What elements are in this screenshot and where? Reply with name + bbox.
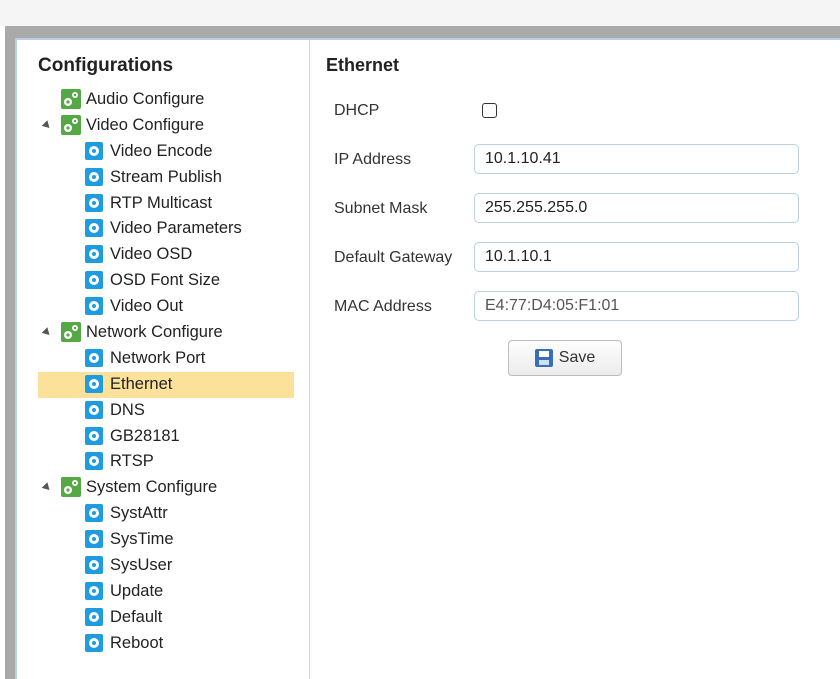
tree-item-systime[interactable]: SysTime xyxy=(17,527,309,553)
gear-icon xyxy=(85,452,103,471)
tree-item-update[interactable]: Update xyxy=(17,579,309,605)
tree-item-rtsp[interactable]: RTSP xyxy=(17,449,309,475)
tree-item-label: SysTime xyxy=(110,530,174,549)
tree-item-label: Video Out xyxy=(110,297,184,316)
tree-item-label: SysUser xyxy=(110,556,173,575)
floppy-disk-icon xyxy=(534,349,553,367)
page-title: Ethernet xyxy=(326,55,400,75)
tree-item-default[interactable]: Default xyxy=(17,605,309,631)
tree-item-reboot[interactable]: Reboot xyxy=(17,631,309,657)
tree-item-network-port[interactable]: Network Port xyxy=(17,346,309,372)
tree-group-label: Video Configure xyxy=(86,115,205,134)
ip-address-field[interactable] xyxy=(474,144,799,174)
tree-item-label: Video OSD xyxy=(110,245,193,264)
dhcp-checkbox[interactable] xyxy=(482,103,497,118)
tree-group-label: Network Configure xyxy=(86,323,223,342)
tree-item-label: Stream Publish xyxy=(110,167,222,186)
default-gateway-field[interactable] xyxy=(474,242,799,272)
mac-address-field xyxy=(474,291,799,321)
expand-caret-icon[interactable] xyxy=(41,482,53,494)
gear-icon xyxy=(85,271,103,290)
sidebar-title: Configurations xyxy=(38,55,174,76)
tree-item-label: RTSP xyxy=(110,452,154,471)
tree-item-label: Video Parameters xyxy=(110,219,242,238)
gears-icon xyxy=(61,89,81,109)
gear-icon xyxy=(85,633,103,652)
gear-icon xyxy=(85,297,103,316)
subnet-mask-label: Subnet Mask xyxy=(334,200,428,217)
gear-icon xyxy=(85,556,103,575)
dhcp-label: DHCP xyxy=(334,102,380,119)
gear-icon xyxy=(85,607,103,626)
tree-group-label: Audio Configure xyxy=(86,90,205,108)
tree-item-label: OSD Font Size xyxy=(110,271,221,290)
tree-item-systattr[interactable]: SystAttr xyxy=(17,501,309,527)
expand-caret-icon[interactable] xyxy=(41,327,53,338)
tree-item-label: DNS xyxy=(110,400,145,419)
expand-caret-icon[interactable] xyxy=(41,120,53,131)
tree-item-video-parameters[interactable]: Video Parameters xyxy=(17,216,309,242)
gear-icon xyxy=(85,245,103,264)
save-button-label: Save xyxy=(558,349,596,366)
mac-address-label: MAC Address xyxy=(334,298,432,315)
top-band xyxy=(0,0,840,26)
save-button[interactable]: Save xyxy=(508,340,622,376)
tree-item-rtp-multicast[interactable]: RTP Multicast xyxy=(17,191,309,217)
gear-icon xyxy=(85,374,103,393)
tree-group-video-configure[interactable]: Video Configure xyxy=(17,113,309,139)
gear-icon xyxy=(85,426,103,445)
tree-item-label: RTP Multicast xyxy=(110,193,213,212)
gear-icon xyxy=(85,400,103,419)
config-tree: Audio Configure Video Configure Video En… xyxy=(17,87,309,657)
subnet-mask-field[interactable] xyxy=(474,193,799,223)
gear-icon xyxy=(85,193,103,212)
tree-item-ethernet[interactable]: Ethernet xyxy=(38,371,294,398)
gear-icon xyxy=(85,530,103,549)
default-gateway-label: Default Gateway xyxy=(334,249,453,266)
tree-item-sysuser[interactable]: SysUser xyxy=(17,553,309,579)
gears-icon xyxy=(61,114,81,135)
gear-icon xyxy=(85,581,103,600)
tree-item-label: Default xyxy=(110,607,163,626)
tree-item-label: Video Encode xyxy=(110,141,213,160)
tree-item-video-encode[interactable]: Video Encode xyxy=(17,139,309,165)
tree-item-label: Update xyxy=(110,581,164,600)
gears-icon xyxy=(61,477,81,498)
gears-icon xyxy=(61,322,81,343)
gear-icon xyxy=(85,167,103,186)
gear-icon xyxy=(85,219,103,238)
tree-item-label: Network Port xyxy=(110,348,206,367)
tree-item-label: GB28181 xyxy=(110,426,180,445)
tree-group-audio-configure[interactable]: Audio Configure xyxy=(17,87,309,113)
gear-icon xyxy=(85,348,103,367)
tree-item-video-out[interactable]: Video Out xyxy=(17,294,309,320)
tree-item-video-osd[interactable]: Video OSD xyxy=(17,242,309,268)
tree-group-network-configure[interactable]: Network Configure xyxy=(17,320,309,346)
config-panel: Configurations Audio Configure Video Con… xyxy=(15,38,840,679)
tree-item-label: Ethernet xyxy=(110,374,173,393)
tree-group-label: System Configure xyxy=(86,478,218,497)
gear-icon xyxy=(85,141,103,160)
sidebar: Configurations Audio Configure Video Con… xyxy=(17,40,310,679)
tree-item-dns[interactable]: DNS xyxy=(17,398,309,424)
gear-icon xyxy=(85,504,103,523)
tree-item-label: SystAttr xyxy=(110,504,168,523)
ethernet-settings: Ethernet DHCP IP Address Subnet Mask Def… xyxy=(310,40,840,679)
ip-address-label: IP Address xyxy=(334,151,412,168)
tree-item-label: Reboot xyxy=(110,633,164,652)
tree-item-gb28181[interactable]: GB28181 xyxy=(17,424,309,450)
tree-item-osd-font-size[interactable]: OSD Font Size xyxy=(17,268,309,294)
tree-group-system-configure[interactable]: System Configure xyxy=(17,475,309,501)
tree-item-stream-publish[interactable]: Stream Publish xyxy=(17,165,309,191)
